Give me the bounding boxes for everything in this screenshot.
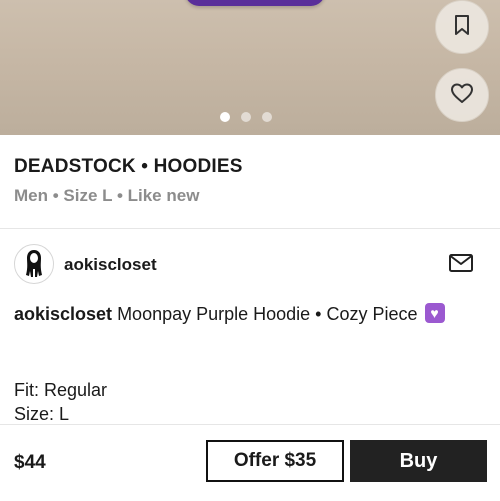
message-button[interactable]	[448, 252, 474, 279]
offer-button[interactable]: Offer $35	[206, 440, 344, 482]
description-username[interactable]: aokiscloset	[14, 304, 112, 324]
fit-text: Fit: Regular	[14, 380, 108, 400]
buy-button[interactable]: Buy	[350, 440, 487, 482]
seller-username[interactable]: aokiscloset	[64, 255, 157, 275]
hoodie-image	[185, 0, 325, 6]
like-button[interactable]	[435, 68, 489, 122]
product-photo[interactable]	[0, 0, 500, 135]
photo-pagination[interactable]	[220, 112, 272, 122]
mail-icon	[448, 254, 474, 278]
description-text: Moonpay Purple Hoodie • Cozy Piece	[112, 304, 418, 324]
save-button[interactable]	[435, 0, 489, 54]
listing-details: Fit: Regular Size: L	[14, 378, 107, 426]
divider	[0, 228, 500, 229]
size-text: Size: L	[14, 404, 70, 424]
listing-meta: Men • Size L • Like new	[14, 186, 200, 205]
pagination-dot[interactable]	[220, 112, 230, 122]
purple-heart-emoji	[424, 303, 445, 323]
listing-description: aokiscloset Moonpay Purple Hoodie • Cozy…	[14, 301, 474, 327]
price: $44	[14, 452, 46, 473]
listing-category: DEADSTOCK • HOODIES	[14, 156, 243, 177]
avatar[interactable]	[14, 244, 54, 284]
heart-icon	[450, 82, 474, 109]
bookmark-icon	[452, 14, 472, 41]
pagination-dot[interactable]	[262, 112, 272, 122]
pagination-dot[interactable]	[241, 112, 251, 122]
